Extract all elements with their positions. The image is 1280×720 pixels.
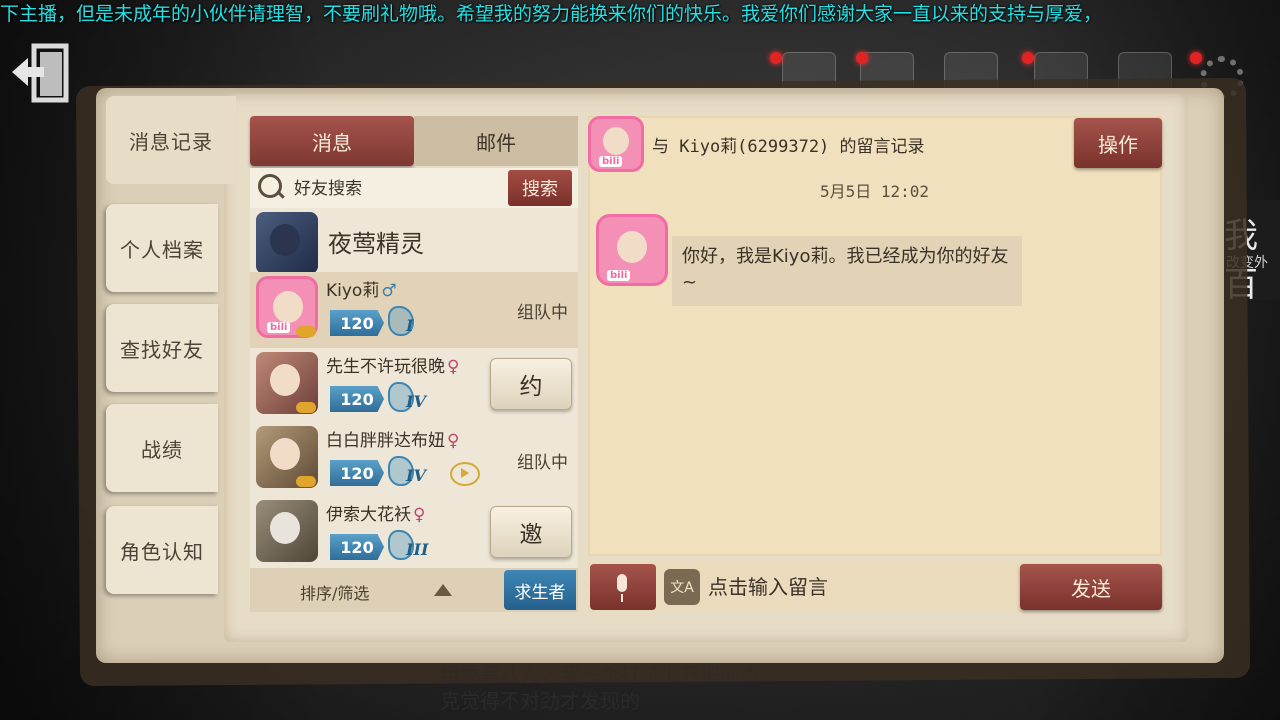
controller-icon: [296, 402, 316, 413]
controller-icon: [296, 476, 316, 487]
gender-icon: ♀: [447, 357, 460, 377]
bili-badge: bili: [607, 270, 631, 281]
video-subtitle: 组委黑八人，我一个打了上万把的杰 克觉得不对劲才发现的: [440, 662, 760, 714]
friend-row-nightingale[interactable]: 夜莺精灵: [250, 208, 578, 282]
side-tab-label: 消息记录: [129, 129, 213, 154]
invite-button[interactable]: 邀: [490, 506, 572, 558]
side-tab-profile[interactable]: 个人档案: [106, 204, 218, 292]
message-input-bar: 文A 发送: [588, 562, 1162, 612]
tab-messages[interactable]: 消息: [250, 116, 414, 166]
friend-name: 先生不许玩很晚: [326, 357, 445, 377]
gender-icon: ♂: [381, 281, 397, 301]
side-tab-message-log[interactable]: 消息记录: [106, 96, 236, 184]
friend-row-baibai[interactable]: 白白胖胖达布妞 ♀ 120 IV 组队中: [250, 422, 578, 498]
friend-list[interactable]: 夜莺精灵 bili Kiyo莉 ♂ 120 I 组队中 先生不许玩很晚 ♀ 120 …: [250, 208, 578, 568]
status-text: 组队中: [517, 303, 568, 323]
gender-icon: ♀: [413, 505, 426, 525]
controller-icon: [296, 326, 316, 337]
friend-name-line: 白白胖胖达布妞 ♀: [326, 426, 459, 451]
chat-title: 与 Kiyo莉(6299372) 的留言记录: [652, 137, 925, 157]
sort-filter-button[interactable]: 排序/筛选: [300, 580, 369, 604]
rank-badge: I: [388, 306, 432, 338]
search-button[interactable]: 搜索: [508, 170, 572, 206]
friend-row-sir[interactable]: 先生不许玩很晚 ♀ 120 IV 约: [250, 348, 578, 424]
magnifier-icon: [258, 174, 282, 198]
subtitle-line: 克觉得不对劲才发现的: [440, 689, 640, 713]
level-badge: 120: [330, 310, 384, 336]
notification-dot: [1022, 52, 1034, 64]
bili-badge: bili: [599, 156, 623, 167]
friend-name: 白白胖胖达布妞: [326, 431, 445, 451]
rank-tier: IV: [406, 392, 426, 411]
avatar: [256, 212, 318, 274]
bili-badge: bili: [267, 322, 291, 333]
friend-name: 伊索大花袄: [326, 505, 411, 525]
notification-dot: [856, 52, 868, 64]
chat-header: bili 与 Kiyo莉(6299372) 的留言记录 操作: [588, 116, 1162, 172]
level-badge: 120: [330, 386, 384, 412]
translate-icon[interactable]: 文A: [664, 569, 700, 605]
friend-name-line: 伊索大花袄 ♀: [326, 500, 425, 525]
subtitle-line: 组委黑八人，我一个打了上万把的杰: [440, 663, 760, 687]
microphone-icon: [617, 574, 627, 602]
level-badge: 120: [330, 460, 384, 486]
message-bubble: 你好，我是Kiyo莉。我已经成为你的好友~: [672, 236, 1022, 306]
notification-dot: [1190, 52, 1202, 64]
level-badge: 120: [330, 534, 384, 560]
friend-name-line: 先生不许玩很晚 ♀: [326, 352, 459, 377]
appointment-button[interactable]: 约: [490, 358, 572, 410]
role-filter-button[interactable]: 求生者: [504, 570, 576, 610]
status-text: 组队中: [517, 453, 568, 473]
rank-tier: I: [406, 316, 414, 335]
side-tab-find-friends[interactable]: 查找好友: [106, 304, 218, 392]
rank-badge: IV: [388, 456, 432, 488]
rank-tier: III: [406, 540, 429, 559]
gender-icon: ♀: [447, 431, 460, 451]
friend-name: Kiyo莉: [326, 281, 380, 301]
side-tab-label: 个人档案: [120, 237, 204, 262]
side-tab-label: 角色认知: [120, 539, 204, 564]
rank-tier: IV: [406, 466, 426, 485]
voice-button[interactable]: [590, 564, 656, 610]
friend-name-line: Kiyo莉 ♂: [326, 276, 397, 301]
triangle-up-icon[interactable]: [434, 584, 452, 596]
side-tab-label: 战绩: [141, 437, 183, 462]
side-tab-label: 查找好友: [120, 337, 204, 362]
message-timestamp: 5月5日 12:02: [820, 182, 930, 201]
avatar[interactable]: bili: [596, 214, 668, 286]
send-button[interactable]: 发送: [1020, 564, 1162, 610]
stream-marquee: 下主播，但是未成年的小伙伴请理智，不要刷礼物哦。希望我的努力能换来你们的快乐。我…: [0, 3, 1103, 25]
rank-badge: III: [388, 530, 432, 562]
tab-mail[interactable]: 邮件: [414, 116, 578, 166]
notification-dot: [770, 52, 782, 64]
rank-badge: IV: [388, 382, 432, 414]
operate-button[interactable]: 操作: [1074, 118, 1162, 168]
side-tab-record[interactable]: 战绩: [106, 404, 218, 492]
play-icon: [450, 462, 480, 486]
friend-search-row: 搜索: [250, 168, 578, 208]
friend-search-input[interactable]: [292, 174, 496, 204]
message-tab-bar: 消息 邮件: [250, 116, 578, 168]
friend-row-aesop[interactable]: 伊索大花袄 ♀ 120 III 邀: [250, 496, 578, 568]
avatar: [256, 500, 318, 562]
friend-row-kiyo[interactable]: bili Kiyo莉 ♂ 120 I 组队中: [250, 272, 578, 350]
sort-filter-bar: 排序/筛选 求生者: [250, 568, 578, 612]
avatar: bili: [588, 116, 644, 172]
side-tab-character[interactable]: 角色认知: [106, 506, 218, 594]
friend-name: 夜莺精灵: [328, 230, 424, 258]
message-input[interactable]: [706, 570, 1010, 604]
exit-door-icon[interactable]: [10, 42, 72, 106]
